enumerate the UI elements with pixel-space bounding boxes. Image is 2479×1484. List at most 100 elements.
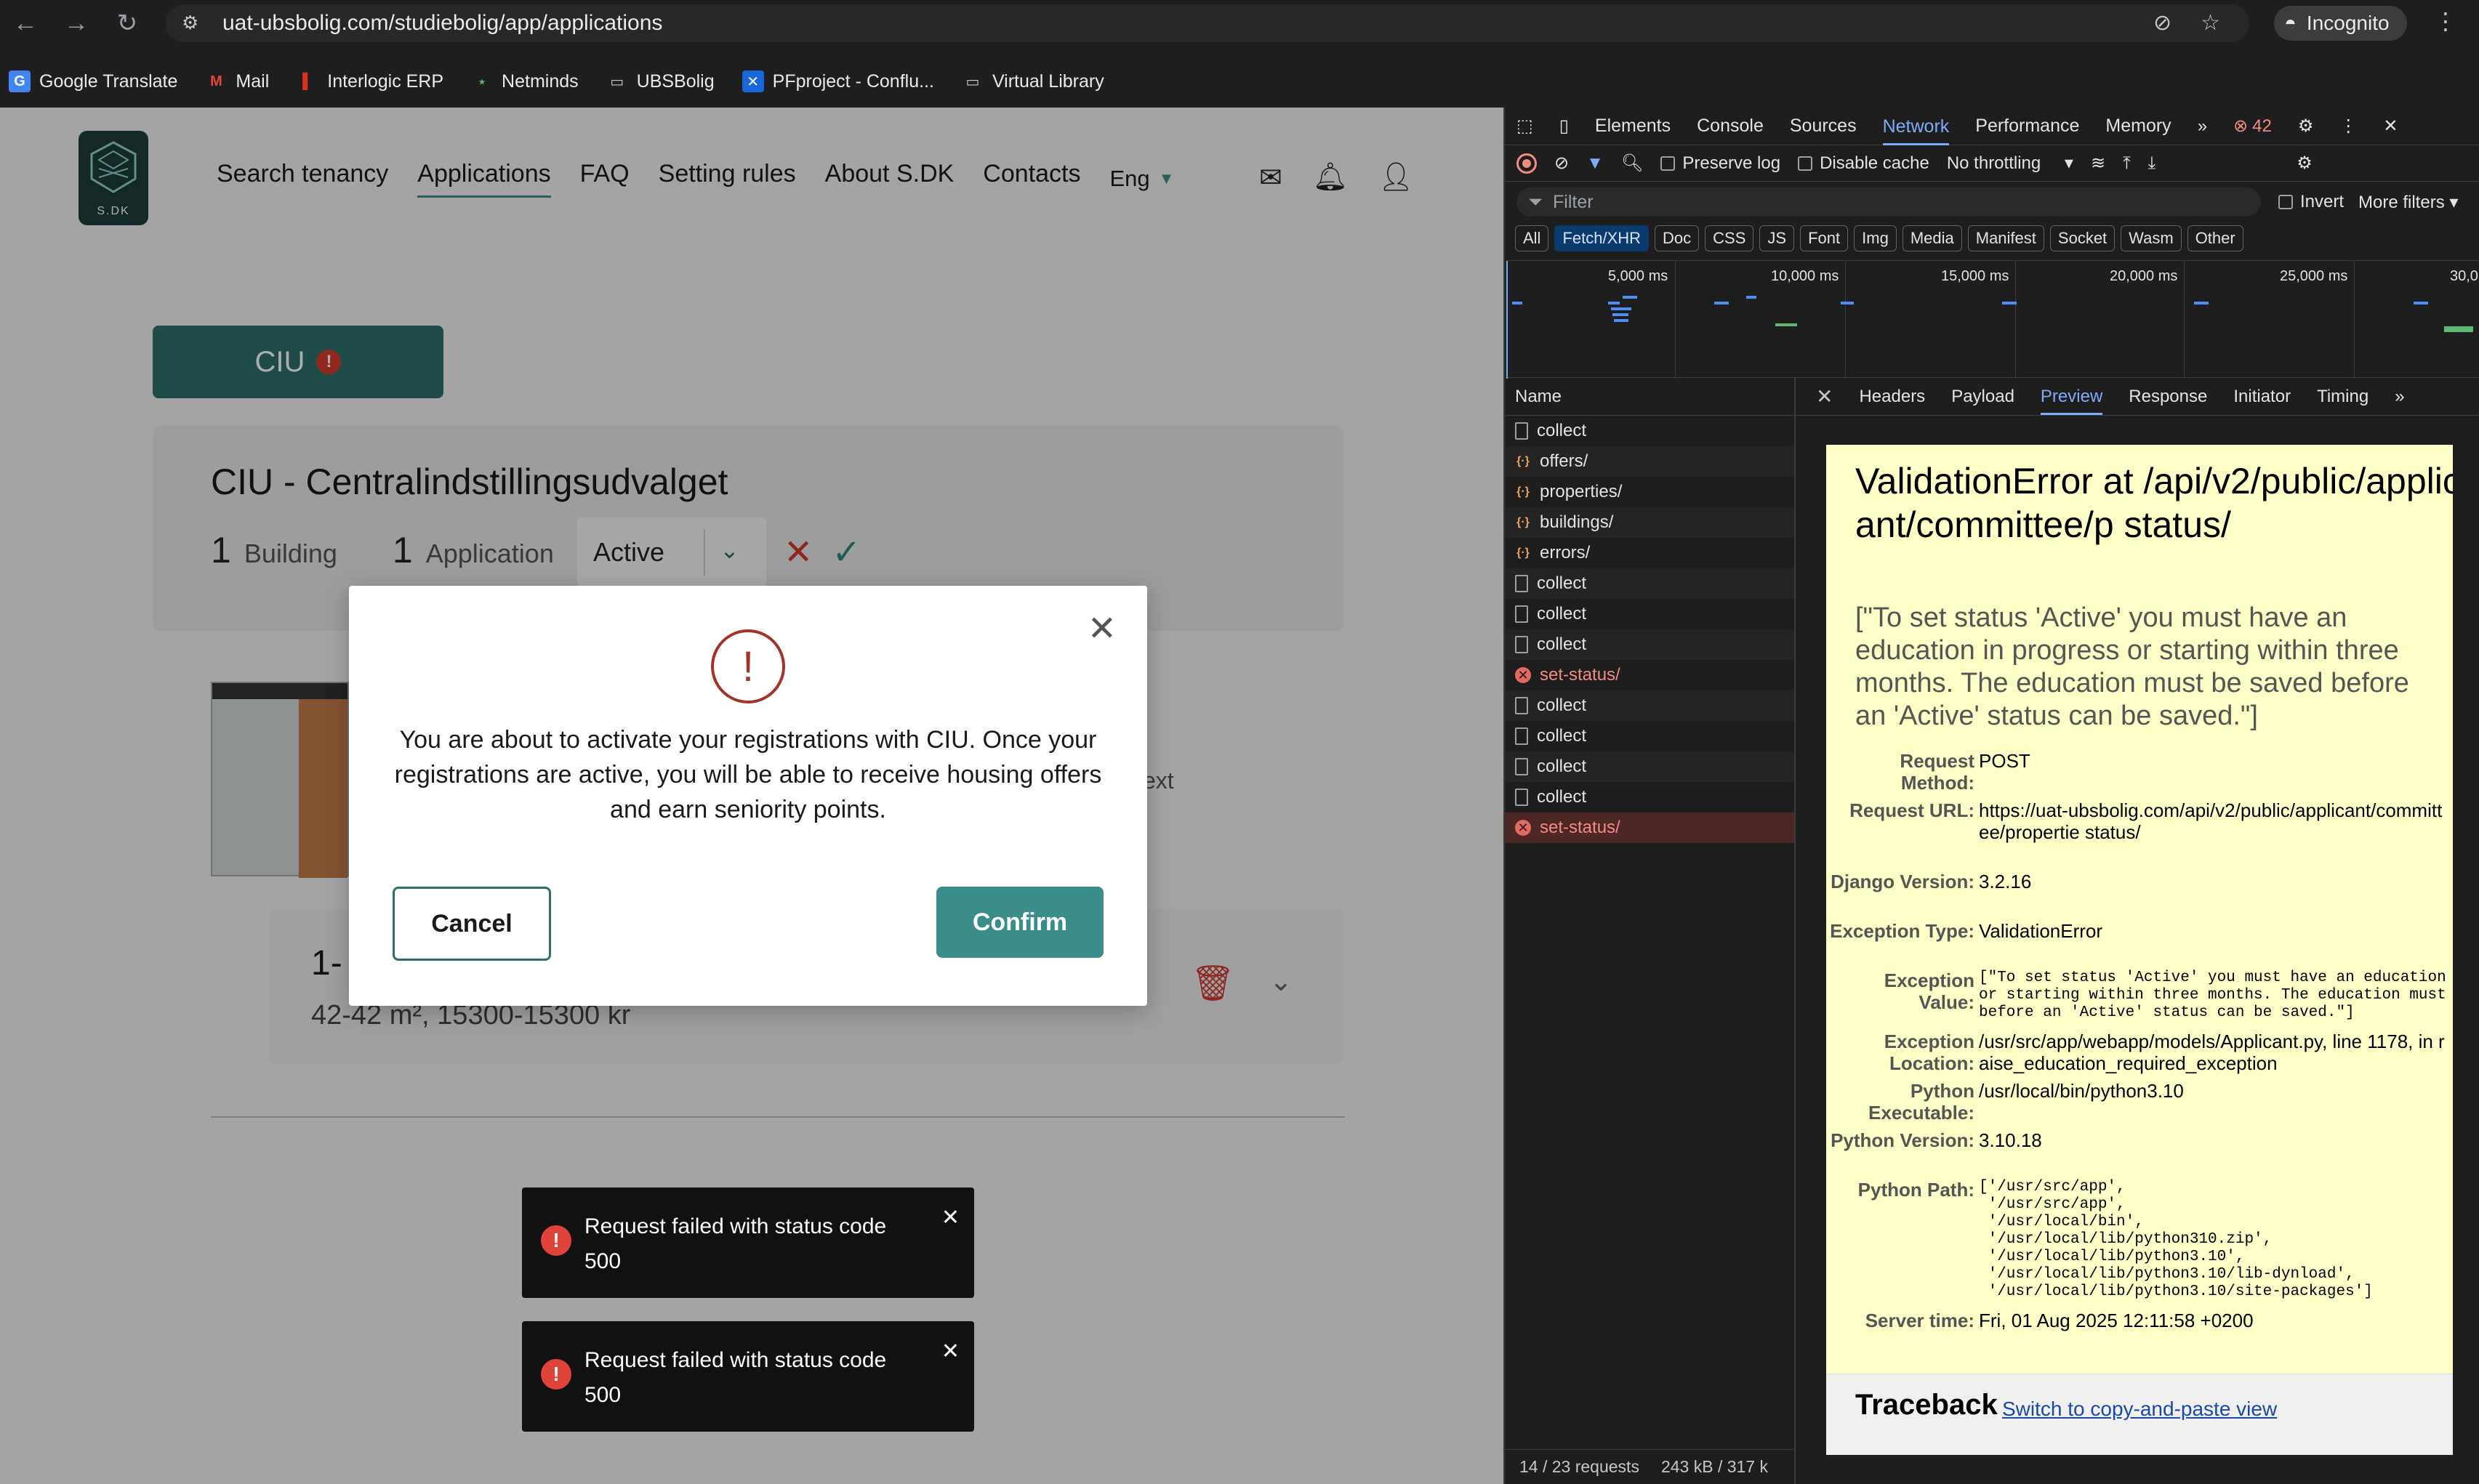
- type-wasm[interactable]: Wasm: [2121, 225, 2182, 251]
- incognito-badge[interactable]: ◓ Incognito: [2274, 6, 2407, 41]
- request-row[interactable]: collect: [1505, 690, 1794, 721]
- tab-console[interactable]: Console: [1697, 116, 1764, 137]
- request-name: collect: [1537, 421, 1587, 440]
- network-settings-icon[interactable]: ⚙: [2297, 153, 2313, 174]
- settings-gear-icon[interactable]: ⚙: [2298, 116, 2314, 137]
- close-icon[interactable]: ✕: [1816, 384, 1833, 408]
- forward-button[interactable]: →: [51, 0, 102, 47]
- fetch-icon: {·}: [1516, 547, 1530, 559]
- bookmark-netminds[interactable]: ⋆ Netminds: [471, 70, 579, 92]
- more-tabs-icon[interactable]: »: [2198, 116, 2207, 137]
- type-css[interactable]: CSS: [1705, 225, 1754, 251]
- filter-input[interactable]: ⏷ Filter: [1516, 187, 2261, 217]
- clear-icon[interactable]: ⊘: [1554, 153, 1569, 174]
- traceback-title: Traceback: [1855, 1389, 1998, 1421]
- request-row[interactable]: {·} buildings/: [1505, 507, 1794, 538]
- type-media[interactable]: Media: [1902, 225, 1962, 251]
- tab-sources[interactable]: Sources: [1790, 116, 1857, 137]
- type-fetch-xhr[interactable]: Fetch/XHR: [1554, 225, 1650, 251]
- timeline-label: 5,000 ms: [1608, 268, 1668, 284]
- request-row[interactable]: collect: [1505, 629, 1794, 660]
- devtools-menu-icon[interactable]: ⋮: [2339, 116, 2357, 137]
- type-js[interactable]: JS: [1759, 225, 1795, 251]
- request-row[interactable]: {·} offers/: [1505, 446, 1794, 477]
- tab-payload[interactable]: Payload: [1951, 387, 2014, 407]
- caret-down-icon: ▾: [2064, 153, 2073, 173]
- name-column-header[interactable]: Name: [1505, 378, 1794, 416]
- type-doc[interactable]: Doc: [1655, 225, 1700, 251]
- import-har-icon[interactable]: ⤒: [2123, 153, 2131, 174]
- browser-menu-icon[interactable]: ⋮: [2434, 7, 2457, 35]
- request-row[interactable]: ✕ set-status/: [1505, 812, 1794, 843]
- tab-memory[interactable]: Memory: [2105, 116, 2171, 137]
- request-row[interactable]: collect: [1505, 782, 1794, 812]
- type-manifest[interactable]: Manifest: [1967, 225, 2044, 251]
- filter-funnel-icon[interactable]: ▼: [1586, 153, 1604, 174]
- copy-paste-view-link[interactable]: Switch to copy-and-paste view: [2002, 1398, 2277, 1421]
- document-icon: [1515, 605, 1528, 623]
- close-icon[interactable]: ✕: [1088, 612, 1117, 647]
- request-row[interactable]: collect: [1505, 599, 1794, 629]
- tab-initiator[interactable]: Initiator: [2233, 387, 2291, 407]
- tab-elements[interactable]: Elements: [1595, 116, 1671, 137]
- search-icon[interactable]: 🔍︎: [1621, 153, 1643, 174]
- type-font[interactable]: Font: [1800, 225, 1849, 251]
- request-row[interactable]: ✕ set-status/: [1505, 660, 1794, 690]
- inspect-element-icon[interactable]: ⬚: [1516, 116, 1533, 137]
- export-har-icon[interactable]: ⤓: [2148, 153, 2156, 174]
- address-bar[interactable]: ⚙ uat-ubsbolig.com/studiebolig/app/appli…: [166, 4, 2249, 42]
- cancel-button[interactable]: Cancel: [393, 887, 551, 961]
- request-row[interactable]: {·} errors/: [1505, 538, 1794, 568]
- type-all[interactable]: All: [1515, 225, 1549, 251]
- tab-preview[interactable]: Preview: [2040, 387, 2103, 415]
- tab-performance[interactable]: Performance: [1975, 116, 2079, 137]
- preserve-log-checkbox[interactable]: Preserve log: [1660, 153, 1780, 174]
- type-socket[interactable]: Socket: [2049, 225, 2116, 251]
- bookmark-mail[interactable]: M Mail: [205, 70, 269, 92]
- bookmark-google-translate[interactable]: G Google Translate: [9, 70, 177, 92]
- invert-checkbox[interactable]: Invert: [2278, 192, 2344, 212]
- disable-cache-checkbox[interactable]: Disable cache: [1798, 153, 1929, 174]
- error-message: ["To set status 'Active' you must have a…: [1855, 602, 2409, 731]
- tab-headers[interactable]: Headers: [1859, 387, 1925, 407]
- tab-response[interactable]: Response: [2129, 387, 2207, 407]
- reload-button[interactable]: ↻: [102, 0, 153, 47]
- request-row[interactable]: collect: [1505, 721, 1794, 751]
- type-other[interactable]: Other: [2187, 225, 2243, 251]
- more-filters-dropdown[interactable]: More filters ▾: [2358, 192, 2458, 213]
- back-button[interactable]: ←: [0, 0, 51, 47]
- bookmark-star-icon[interactable]: ☆: [2201, 10, 2220, 36]
- bookmark-virtual-library[interactable]: ▭ Virtual Library: [962, 70, 1104, 92]
- device-toggle-icon[interactable]: ▯: [1559, 116, 1569, 137]
- request-row[interactable]: {·} properties/: [1505, 477, 1794, 507]
- error-counter[interactable]: ⊗ 42: [2233, 116, 2272, 137]
- type-img[interactable]: Img: [1854, 225, 1897, 251]
- network-overview-timeline[interactable]: 5,000 ms 10,000 ms 15,000 ms 20,000 ms 2…: [1506, 260, 2479, 379]
- fetch-icon: {·}: [1516, 485, 1530, 498]
- close-devtools-icon[interactable]: ✕: [2383, 116, 2398, 137]
- timeline-label: 10,000 ms: [1771, 268, 1839, 284]
- confirm-button[interactable]: Confirm: [936, 887, 1104, 958]
- eye-off-icon[interactable]: ⊘: [2153, 10, 2171, 36]
- bookmark-interlogic[interactable]: ▌ Interlogic ERP: [297, 70, 443, 92]
- tab-timing[interactable]: Timing: [2317, 387, 2368, 407]
- network-conditions-icon[interactable]: ≋: [2091, 153, 2105, 174]
- request-row[interactable]: collect: [1505, 568, 1794, 599]
- close-icon[interactable]: ✕: [941, 1339, 960, 1364]
- folder-icon: ▭: [610, 73, 624, 90]
- site-info-icon[interactable]: ⚙: [182, 12, 206, 35]
- request-row[interactable]: collect: [1505, 416, 1794, 446]
- toast-message: Request failed with status code 500: [584, 1348, 887, 1407]
- record-icon[interactable]: [1516, 153, 1537, 174]
- close-icon[interactable]: ✕: [941, 1205, 960, 1230]
- request-row[interactable]: collect: [1505, 751, 1794, 782]
- tab-network[interactable]: Network: [1882, 116, 1950, 145]
- document-icon: [1515, 789, 1528, 806]
- throttling-select[interactable]: No throttling ▾: [1947, 153, 2073, 174]
- bookmark-ubsbolig[interactable]: ▭ UBSBolig: [606, 70, 714, 92]
- error-icon: !: [541, 1225, 571, 1256]
- bookmark-pfproject[interactable]: ✕ PFproject - Conflu...: [742, 70, 934, 92]
- more-tabs-icon[interactable]: »: [2395, 387, 2404, 407]
- error-title: ValidationError at /api/v2/public/applic…: [1855, 461, 2453, 545]
- bookmarks-bar: G Google Translate M Mail ▌ Interlogic ERP …: [0, 64, 2479, 99]
